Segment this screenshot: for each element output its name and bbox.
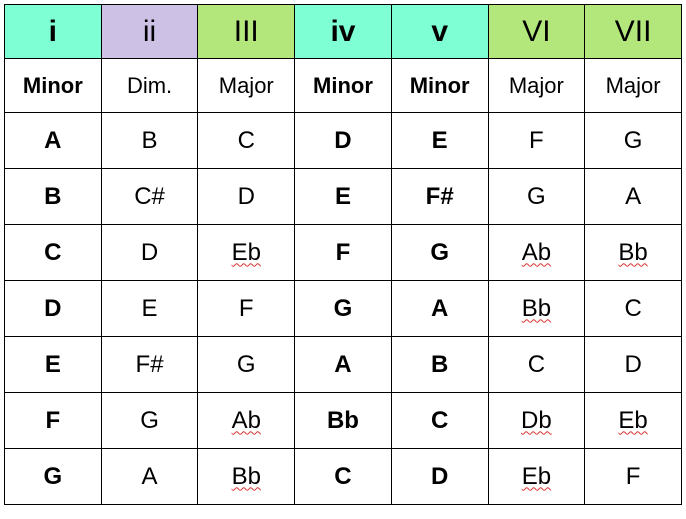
cell: A [391, 281, 488, 337]
cell: D [198, 169, 295, 225]
cell: F [198, 281, 295, 337]
cell: F# [391, 169, 488, 225]
quality-vi: Major [488, 59, 585, 113]
cell: G [488, 169, 585, 225]
cell: C [391, 393, 488, 449]
roman-i: i [5, 5, 102, 59]
cell: G [198, 337, 295, 393]
roman-ii: ii [101, 5, 198, 59]
quality-vii: Major [585, 59, 682, 113]
cell: F [5, 393, 102, 449]
cell: D [391, 449, 488, 505]
cell: F [488, 113, 585, 169]
roman-vii: VII [585, 5, 682, 59]
cell: B [391, 337, 488, 393]
cell: Bb [295, 393, 392, 449]
cell: D [295, 113, 392, 169]
cell: F [295, 225, 392, 281]
cell: E [295, 169, 392, 225]
cell: Eb [198, 225, 295, 281]
cell: C [5, 225, 102, 281]
quality-ii: Dim. [101, 59, 198, 113]
table-row: E F# G A B C D [5, 337, 682, 393]
roman-numeral-row: i ii III iv v VI VII [5, 5, 682, 59]
cell: E [5, 337, 102, 393]
cell: G [585, 113, 682, 169]
cell: A [295, 337, 392, 393]
roman-v: v [391, 5, 488, 59]
cell: Eb [488, 449, 585, 505]
cell: Db [488, 393, 585, 449]
table-row: F G Ab Bb C Db Eb [5, 393, 682, 449]
cell: Bb [585, 225, 682, 281]
cell: A [5, 113, 102, 169]
cell: Bb [488, 281, 585, 337]
table-row: C D Eb F G Ab Bb [5, 225, 682, 281]
quality-i: Minor [5, 59, 102, 113]
quality-iv: Minor [295, 59, 392, 113]
cell: C [295, 449, 392, 505]
cell: C# [101, 169, 198, 225]
cell: Ab [198, 393, 295, 449]
table-row: B C# D E F# G A [5, 169, 682, 225]
table-row: G A Bb C D Eb F [5, 449, 682, 505]
roman-vi: VI [488, 5, 585, 59]
cell: C [198, 113, 295, 169]
chord-quality-row: Minor Dim. Major Minor Minor Major Major [5, 59, 682, 113]
cell: E [391, 113, 488, 169]
quality-v: Minor [391, 59, 488, 113]
cell: F# [101, 337, 198, 393]
cell: D [101, 225, 198, 281]
cell: Ab [488, 225, 585, 281]
cell: G [391, 225, 488, 281]
cell: A [585, 169, 682, 225]
cell: B [101, 113, 198, 169]
cell: Bb [198, 449, 295, 505]
cell: Eb [585, 393, 682, 449]
cell: F [585, 449, 682, 505]
cell: D [585, 337, 682, 393]
table-row: A B C D E F G [5, 113, 682, 169]
cell: D [5, 281, 102, 337]
cell: G [101, 393, 198, 449]
cell: C [488, 337, 585, 393]
roman-iv: iv [295, 5, 392, 59]
cell: C [585, 281, 682, 337]
cell: E [101, 281, 198, 337]
roman-iii: III [198, 5, 295, 59]
minor-key-chord-table: i ii III iv v VI VII Minor Dim. Major Mi… [4, 4, 682, 505]
cell: G [5, 449, 102, 505]
quality-iii: Major [198, 59, 295, 113]
cell: G [295, 281, 392, 337]
cell: A [101, 449, 198, 505]
cell: B [5, 169, 102, 225]
table-row: D E F G A Bb C [5, 281, 682, 337]
